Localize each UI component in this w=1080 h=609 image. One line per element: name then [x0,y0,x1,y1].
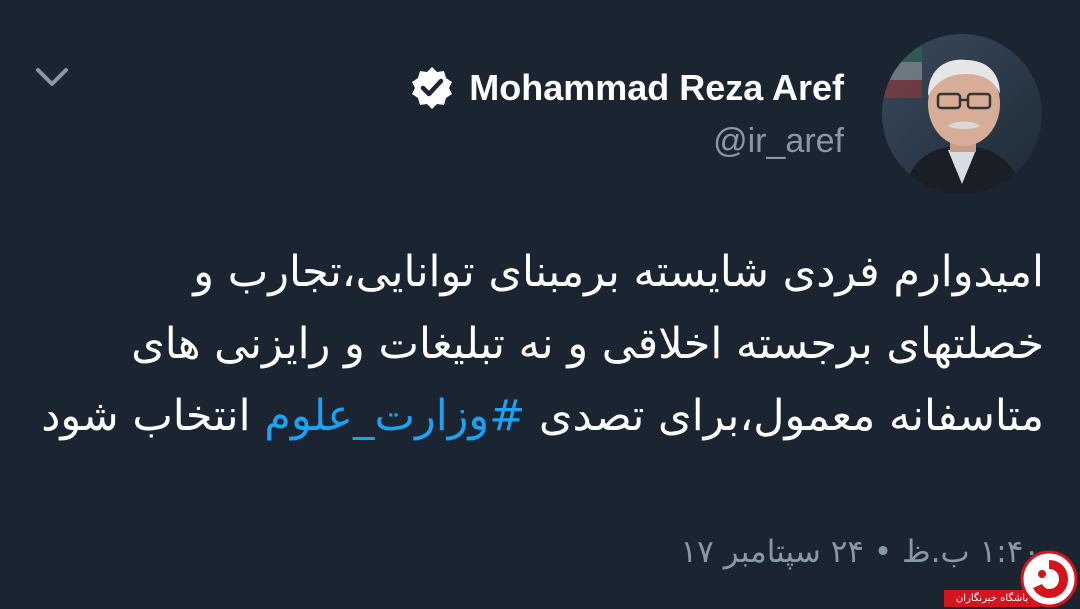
avatar[interactable] [882,34,1042,194]
hashtag-link[interactable]: #وزارت_علوم [264,391,525,441]
ypc-logo-icon [1020,550,1078,608]
chevron-down-icon[interactable] [34,62,70,92]
author-display-name[interactable]: Mohammad Reza Aref [469,67,844,109]
tweet-text: امیدوارم فردی شایسته برمبنای توانایی،تجا… [40,236,1044,452]
watermark: باشگاه خبرنگاران [940,548,1080,609]
author-name-row[interactable]: Mohammad Reza Aref [409,58,844,118]
author-header: Mohammad Reza Aref @ir_aref [409,58,844,161]
author-handle[interactable]: @ir_aref [409,122,844,161]
tweet-screen: { "header": { "back_icon": "chevron-down… [0,0,1080,609]
tweet-text-part-2: انتخاب شود [41,391,265,441]
verified-badge-icon [412,67,453,109]
